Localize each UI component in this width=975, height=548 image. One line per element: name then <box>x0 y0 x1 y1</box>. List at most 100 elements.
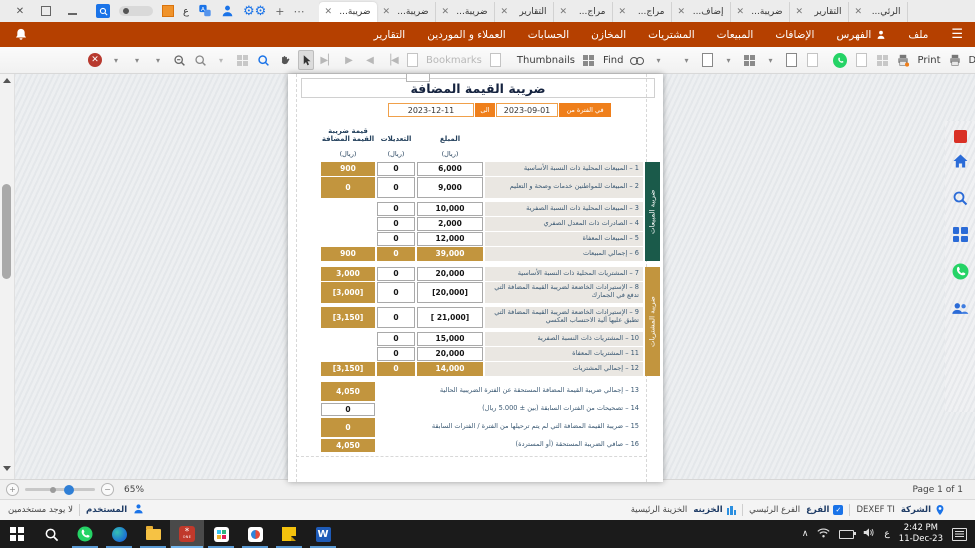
windows-start-icon[interactable] <box>0 520 34 548</box>
apps-grid-icon[interactable] <box>953 227 968 242</box>
treasury-item[interactable]: الخزينه <box>693 505 736 515</box>
dropdown-icon[interactable]: ▾ <box>679 51 693 69</box>
scroll-down-icon[interactable] <box>3 466 11 471</box>
tab-close-icon[interactable]: ✕ <box>678 7 686 17</box>
tab-close-icon[interactable]: ✕ <box>855 7 863 17</box>
tab-close-icon[interactable]: ✕ <box>325 7 333 17</box>
whatsapp-icon[interactable] <box>952 263 969 280</box>
scroll-up-icon[interactable] <box>3 78 11 83</box>
dropdown-icon[interactable]: ▾ <box>151 51 165 69</box>
more-tabs-icon[interactable]: ⋯ <box>294 5 305 18</box>
tray-language-indicator[interactable]: ع <box>884 529 889 539</box>
users-icon[interactable] <box>951 301 969 316</box>
find-button[interactable]: Find <box>603 55 624 66</box>
nav-prev-icon[interactable]: ◀ <box>363 51 377 69</box>
hand-pan-icon[interactable] <box>277 51 291 69</box>
home-icon[interactable] <box>952 153 969 169</box>
word-icon[interactable]: W <box>306 520 340 548</box>
page-setup-icon[interactable] <box>702 53 713 67</box>
slack-icon[interactable] <box>204 520 238 548</box>
wifi-icon[interactable] <box>817 528 830 541</box>
close-preview-icon[interactable]: ✕ <box>88 53 102 67</box>
nav-last-icon[interactable]: ▕◀ <box>384 51 398 69</box>
menu-item-5[interactable]: المخازن <box>580 22 637 47</box>
quick-print-icon[interactable] <box>896 51 910 69</box>
tab-4[interactable]: ✕مراج... <box>554 2 613 22</box>
tab-8[interactable]: ✕التقارير <box>790 2 849 22</box>
tab-9[interactable]: ✕الرئي... <box>849 2 908 22</box>
find-binoculars-icon[interactable] <box>630 55 644 65</box>
tab-5[interactable]: ✕مراج... <box>613 2 672 22</box>
menu-item-7[interactable]: العملاء و الموردين <box>416 22 516 47</box>
dexef-one-icon[interactable]: *ONE <box>170 520 204 548</box>
dropdown-icon[interactable]: ▾ <box>109 51 123 69</box>
sync-app-icon[interactable] <box>238 520 272 548</box>
print-button[interactable]: Print <box>917 55 940 66</box>
tab-close-icon[interactable]: ✕ <box>383 7 391 17</box>
scrollbar-thumb[interactable] <box>2 184 11 279</box>
menu-item-4[interactable]: المشتريات <box>637 22 706 47</box>
tab-0[interactable]: ✕ضريبة... <box>319 2 377 22</box>
whatsapp-taskbar-icon[interactable] <box>68 520 102 548</box>
sticky-notes-icon[interactable] <box>272 520 306 548</box>
tab-close-icon[interactable]: ✕ <box>619 7 627 17</box>
speaker-icon[interactable] <box>863 527 875 541</box>
restore-window-icon[interactable] <box>41 6 51 16</box>
menu-item-6[interactable]: الحسابات <box>517 22 580 47</box>
tab-3[interactable]: ✕التقارير <box>495 2 554 22</box>
tab-7[interactable]: ✕ضريبة... <box>731 2 790 22</box>
select-cursor-icon[interactable] <box>298 50 314 70</box>
battery-icon[interactable] <box>839 530 854 539</box>
file-explorer-icon[interactable] <box>136 520 170 548</box>
whatsapp-share-icon[interactable] <box>833 53 847 68</box>
notifications-bell-icon[interactable] <box>14 27 28 42</box>
zoom-in-icon[interactable] <box>256 51 270 69</box>
hamburger-menu-icon[interactable]: ☰ <box>939 27 975 42</box>
zoom-slider[interactable] <box>25 488 95 491</box>
user-icon[interactable] <box>221 2 234 21</box>
zoom-slider-thumb[interactable] <box>64 485 74 495</box>
menu-item-8[interactable]: التقارير <box>363 22 417 47</box>
tab-close-icon[interactable]: ✕ <box>560 7 568 17</box>
dropdown-icon[interactable]: ▾ <box>721 51 735 69</box>
scale-icon[interactable] <box>744 55 755 66</box>
nav-first-icon[interactable]: ▶▏ <box>321 51 335 69</box>
zoom-out-button[interactable]: − <box>101 483 114 496</box>
translate-icon[interactable]: A <box>198 2 212 21</box>
action-center-icon[interactable] <box>952 528 967 541</box>
zoom-in-button[interactable]: + <box>6 483 19 496</box>
tab-2[interactable]: ✕ضريبة... <box>436 2 495 22</box>
clock[interactable]: 2:42 PM 11-Dec-23 <box>899 523 943 544</box>
tab-close-icon[interactable]: ✕ <box>796 7 804 17</box>
settings-gears-icon[interactable]: ⚙⚙ <box>243 5 266 18</box>
menu-item-2[interactable]: الإضافات <box>764 22 825 47</box>
menu-item-3[interactable]: المبيعات <box>706 22 765 47</box>
taskbar-search-icon[interactable] <box>34 520 68 548</box>
vertical-scrollbar[interactable] <box>0 74 15 479</box>
zoom-out-icon[interactable] <box>172 51 186 69</box>
tab-close-icon[interactable]: ✕ <box>737 7 745 17</box>
orange-square-icon[interactable] <box>162 5 174 17</box>
minimize-window-icon[interactable] <box>68 12 77 15</box>
search-icon[interactable] <box>96 4 110 18</box>
fit-page-icon[interactable] <box>786 53 797 67</box>
edge-icon[interactable] <box>102 520 136 548</box>
dropdown-icon[interactable]: ▾ <box>763 51 777 69</box>
menu-item-1[interactable]: الفهرس <box>825 22 897 47</box>
tab-close-icon[interactable]: ✕ <box>501 7 509 17</box>
dropdown-icon[interactable]: ▾ <box>651 51 665 69</box>
new-tab-icon[interactable]: + <box>275 5 284 18</box>
close-window-icon[interactable]: ✕ <box>14 5 26 17</box>
dropdown-icon[interactable]: ▾ <box>214 51 228 69</box>
print-icon[interactable] <box>948 51 962 69</box>
menu-item-0[interactable]: ملف <box>897 22 939 47</box>
tab-close-icon[interactable]: ✕ <box>442 7 450 17</box>
design-button[interactable]: Design <box>969 55 975 66</box>
toggle-slider[interactable] <box>119 6 153 16</box>
tab-6[interactable]: ✕إضاف... <box>672 2 731 22</box>
zoom-icon[interactable] <box>193 51 207 69</box>
search-sidebar-icon[interactable] <box>952 190 968 206</box>
branch-item[interactable]: ✓ الفرع <box>806 505 843 515</box>
nav-next-icon[interactable]: ▶ <box>342 51 356 69</box>
tab-1[interactable]: ✕ضريبة... <box>377 2 436 22</box>
